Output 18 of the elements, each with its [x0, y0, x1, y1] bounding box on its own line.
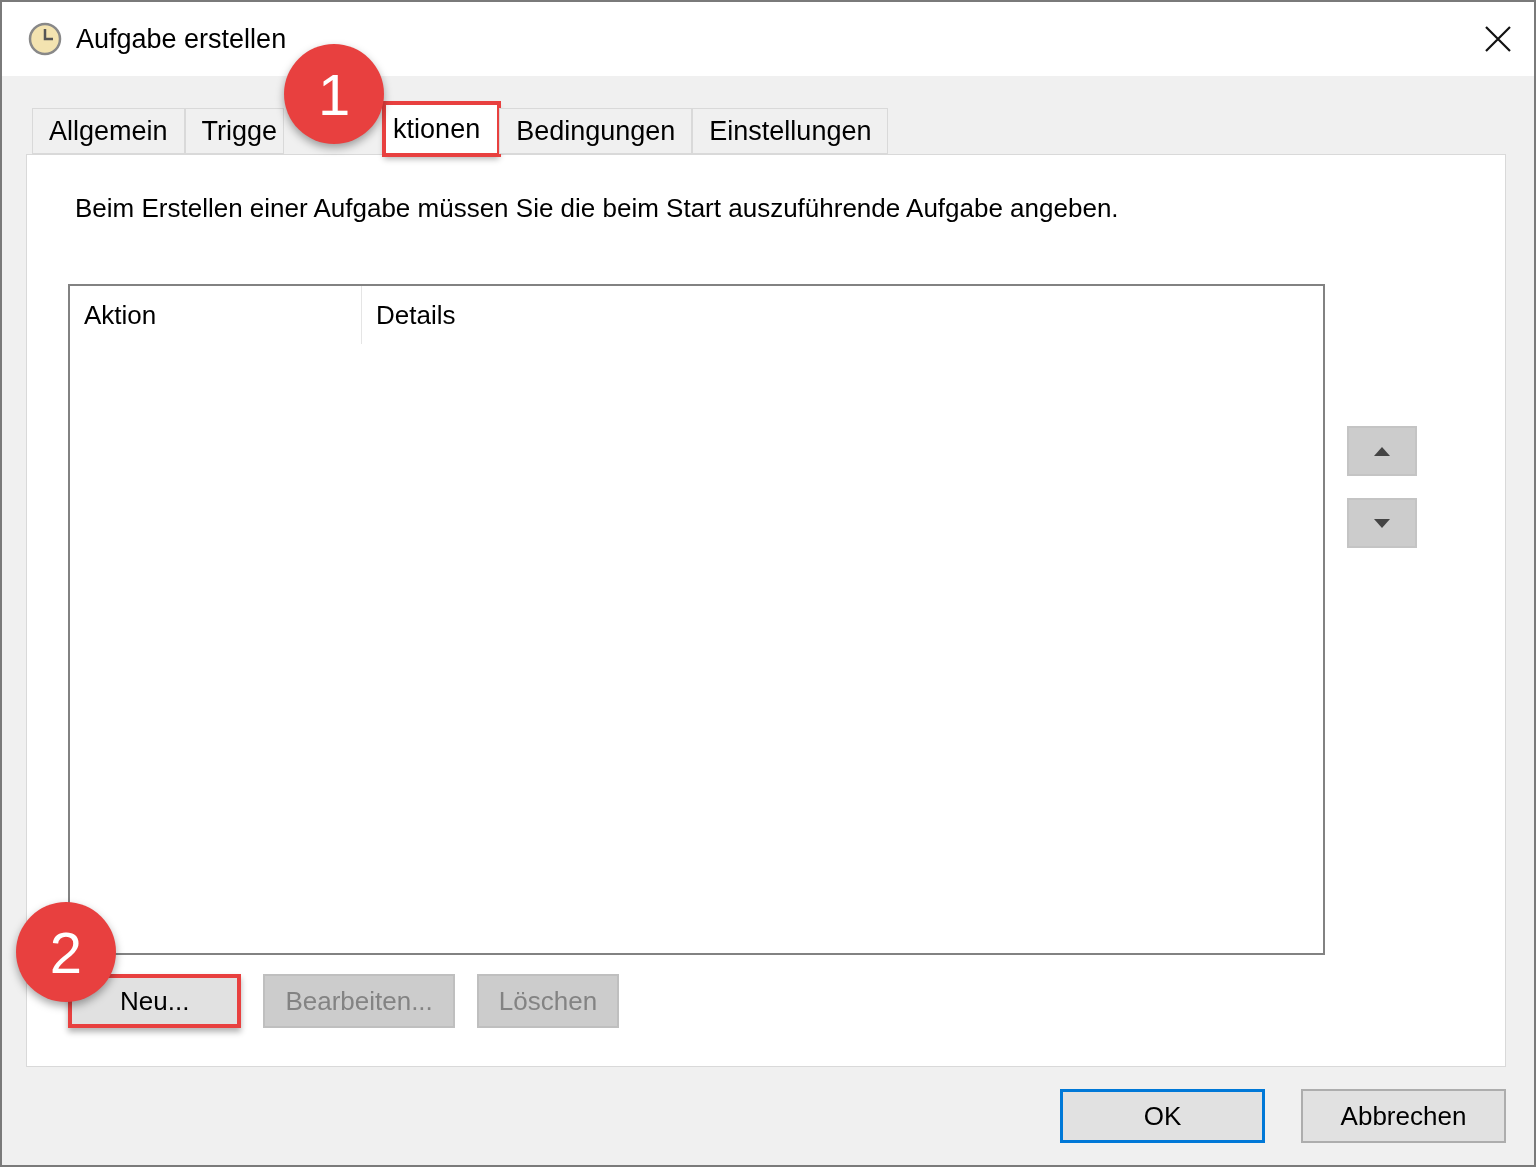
- dialog-button[interactable]: Abbrechen: [1301, 1089, 1506, 1143]
- tab[interactable]: Bedingungen: [499, 108, 693, 154]
- tab[interactable]: ktionen: [384, 103, 500, 155]
- column-header[interactable]: Aktion: [70, 286, 362, 344]
- close-icon[interactable]: [1484, 25, 1512, 53]
- step-callout-badge: 2: [16, 902, 116, 1002]
- clock-icon: [28, 22, 62, 56]
- tab[interactable]: Trigge: [184, 108, 285, 154]
- down-arrow-icon: [1374, 518, 1390, 528]
- instruction-text: Beim Erstellen einer Aufgabe müssen Sie die beim Start auszuführende Aufgabe angeben.: [74, 193, 1120, 224]
- tab[interactable]: Einstellungen: [692, 108, 889, 154]
- tab[interactable]: Allgemein: [32, 108, 185, 154]
- column-header[interactable]: Details: [362, 286, 456, 344]
- dialog-button[interactable]: OK: [1060, 1089, 1265, 1143]
- move-down-button[interactable]: [1347, 498, 1417, 548]
- up-arrow-icon: [1374, 446, 1390, 456]
- action-button[interactable]: Neu...: [68, 974, 242, 1028]
- move-up-button[interactable]: [1347, 426, 1417, 476]
